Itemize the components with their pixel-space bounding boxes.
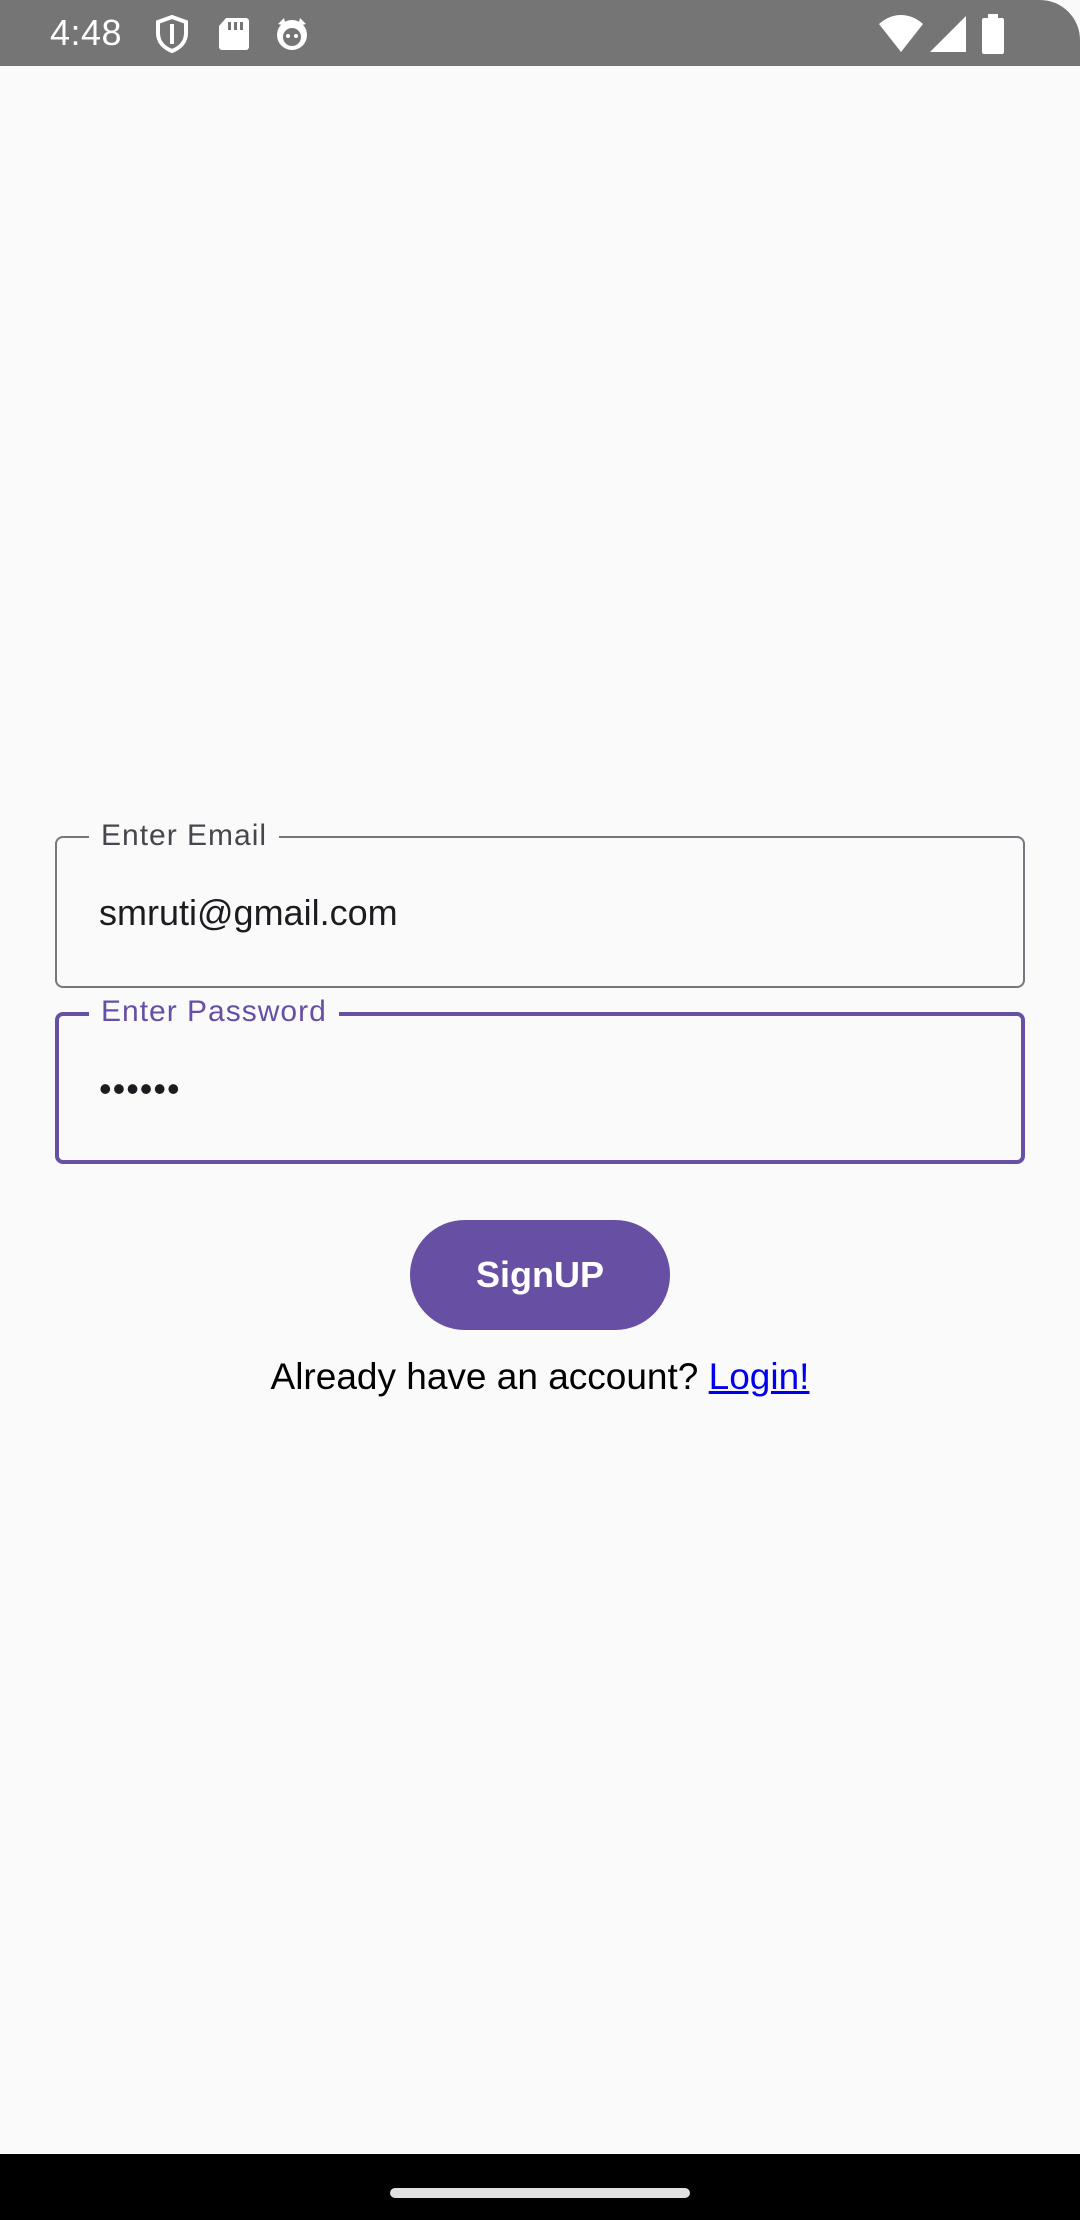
email-field[interactable]: Enter Email smruti@gmail.com [55, 818, 1025, 988]
password-input[interactable]: •••••• [99, 1068, 181, 1110]
login-link[interactable]: Login! [709, 1356, 810, 1397]
home-gesture-handle[interactable] [390, 2188, 690, 2198]
status-bar: 4:48 [0, 0, 1080, 66]
password-field[interactable]: Enter Password •••••• [55, 994, 1025, 1164]
email-input[interactable]: smruti@gmail.com [99, 892, 398, 934]
signup-button[interactable]: SignUP [410, 1220, 670, 1330]
cat-icon [277, 18, 307, 50]
navigation-bar [0, 2154, 1080, 2220]
password-label: Enter Password [89, 994, 339, 1030]
email-label: Enter Email [89, 818, 280, 854]
shield-icon [156, 14, 188, 54]
signup-screen: 4:48 Enter Email smruti@gmail.com Enter … [0, 0, 1080, 2220]
battery-icon [982, 14, 1004, 54]
cellular-signal-icon [930, 16, 966, 52]
login-prompt-row: Already have an account? Login! [0, 1356, 1080, 1398]
sd-card-icon [219, 18, 249, 50]
status-time: 4:48 [50, 12, 123, 53]
login-prompt-text: Already have an account? [270, 1356, 699, 1397]
wifi-icon [879, 15, 923, 52]
